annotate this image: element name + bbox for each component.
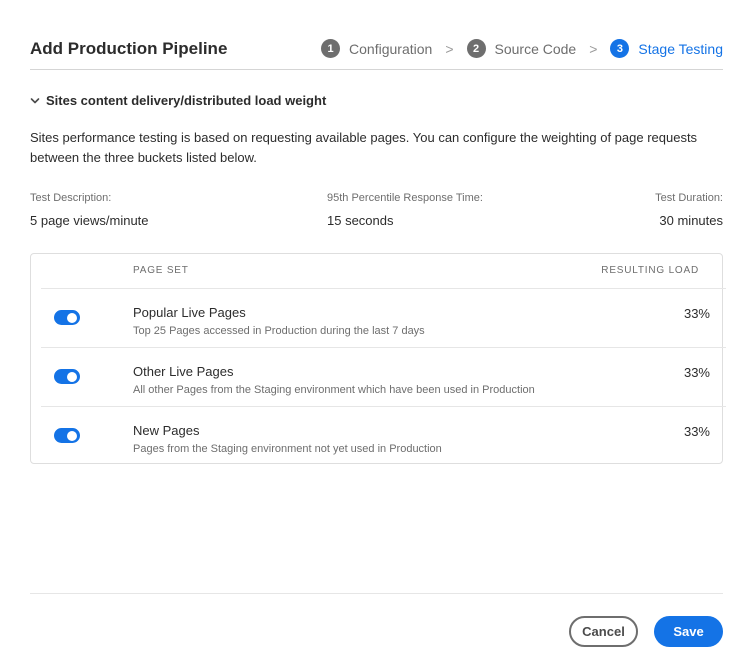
page-title: Add Production Pipeline (30, 39, 228, 58)
metric-value: 5 page views/minute (30, 213, 149, 228)
metric-value: 30 minutes (659, 213, 723, 228)
chevron-right-icon: > (589, 40, 598, 57)
table-row: Other Live Pages All other Pages from th… (41, 347, 726, 406)
footer-divider (30, 593, 723, 594)
metric-label: 95th Percentile Response Time: (327, 192, 483, 204)
save-button[interactable]: Save (654, 616, 723, 647)
step-number-1: 1 (321, 39, 341, 58)
chevron-right-icon: > (445, 40, 454, 57)
step-stage-testing[interactable]: 3 Stage Testing (610, 39, 723, 58)
step-number-2: 2 (466, 39, 486, 58)
metric-value: 15 seconds (327, 213, 394, 228)
metric-test-description: Test Description: 5 page views/minute (30, 192, 149, 228)
metric-test-duration: Test Duration: 30 minutes (655, 192, 723, 228)
cancel-button[interactable]: Cancel (569, 616, 638, 647)
metric-response-time: 95th Percentile Response Time: 15 second… (327, 192, 483, 228)
page-set-table: PAGE SET RESULTING LOAD Popular Live Pag… (30, 253, 726, 465)
row-title: Other Live Pages (133, 364, 234, 379)
section-toggle[interactable]: Sites content delivery/distributed load … (30, 93, 326, 108)
page-header: Add Production Pipeline 1 Configuration … (30, 36, 723, 70)
step-source-code[interactable]: 2 Source Code (466, 39, 577, 58)
column-header-resulting-load: RESULTING LOAD (601, 265, 699, 276)
section-description: Sites performance testing is based on re… (30, 130, 698, 165)
table-row: Popular Live Pages Top 25 Pages accessed… (41, 288, 726, 347)
table-row: New Pages Pages from the Staging environ… (41, 406, 726, 465)
row-title: Popular Live Pages (133, 305, 246, 320)
enable-toggle[interactable] (54, 369, 80, 384)
toggle-knob (67, 371, 77, 382)
step-label-source-code: Source Code (494, 40, 577, 57)
column-header-page-set: PAGE SET (133, 265, 189, 276)
chevron-down-icon (30, 97, 40, 103)
wizard-steps: 1 Configuration > 2 Source Code > 3 Stag… (321, 39, 723, 58)
toggle-knob (67, 430, 77, 441)
row-load: 33% (683, 365, 710, 380)
row-subtitle: Pages from the Staging environment not y… (133, 443, 442, 455)
enable-toggle[interactable] (54, 428, 80, 443)
row-subtitle: All other Pages from the Staging environ… (133, 384, 535, 396)
step-number-3: 3 (610, 39, 630, 58)
row-load: 33% (683, 306, 710, 321)
metric-label: Test Duration: (655, 192, 723, 204)
step-label-configuration: Configuration (349, 40, 433, 57)
row-load: 33% (683, 424, 710, 439)
toggle-knob (67, 312, 77, 323)
step-configuration[interactable]: 1 Configuration (321, 39, 432, 58)
step-label-stage-testing: Stage Testing (638, 40, 723, 57)
row-title: New Pages (133, 423, 200, 438)
row-subtitle: Top 25 Pages accessed in Production duri… (133, 325, 425, 337)
metric-label: Test Description: (30, 192, 112, 204)
section-title: Sites content delivery/distributed load … (46, 93, 327, 108)
enable-toggle[interactable] (54, 310, 80, 325)
